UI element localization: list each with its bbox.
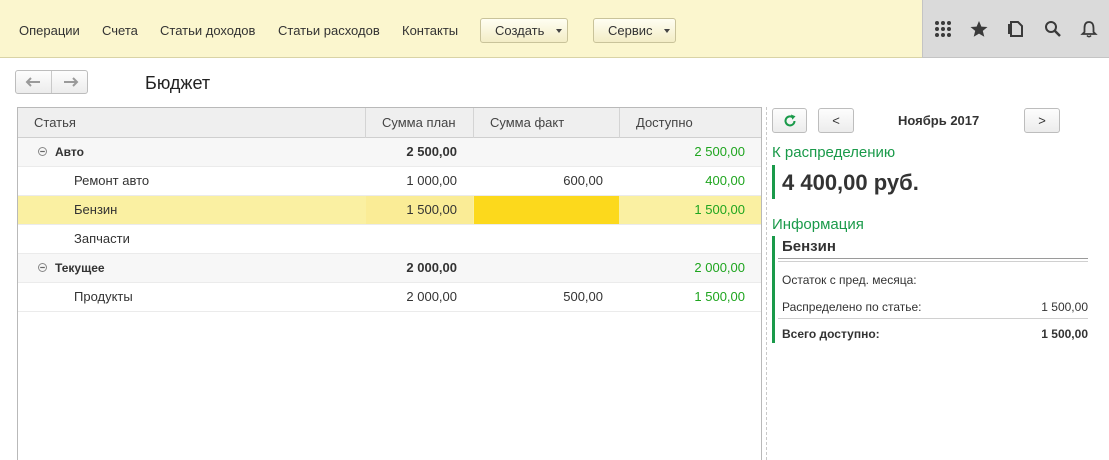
fact-cell-active[interactable] bbox=[474, 196, 619, 224]
accent-bar bbox=[772, 165, 775, 199]
row-name: Ремонт авто bbox=[74, 173, 150, 188]
table-row[interactable]: Авто 2 500,00 2 500,00 bbox=[18, 138, 761, 167]
month-label: Ноябрь 2017 bbox=[898, 113, 980, 128]
refresh-button[interactable] bbox=[772, 108, 807, 133]
row-available: 400,00 bbox=[705, 173, 745, 188]
back-button[interactable] bbox=[16, 71, 52, 93]
column-header-item[interactable]: Статья bbox=[18, 108, 366, 138]
forward-button[interactable] bbox=[52, 71, 88, 93]
divider bbox=[778, 258, 1088, 259]
panel-divider bbox=[766, 107, 767, 460]
search-icon[interactable] bbox=[1043, 19, 1063, 39]
create-dropdown-button[interactable]: Создать bbox=[480, 18, 568, 43]
top-bar: Операции Счета Статьи доходов Статьи рас… bbox=[0, 0, 1109, 58]
info-label-distributed: Распределено по статье: bbox=[782, 300, 922, 314]
menu-item-income-items[interactable]: Статьи доходов bbox=[160, 23, 255, 38]
collapse-icon[interactable] bbox=[38, 147, 47, 156]
service-dropdown-button[interactable]: Сервис bbox=[593, 18, 676, 43]
page-title: Бюджет bbox=[145, 73, 211, 93]
star-icon[interactable] bbox=[969, 19, 989, 39]
column-header-available[interactable]: Доступно bbox=[620, 108, 761, 138]
menu-item-expense-items[interactable]: Статьи расходов bbox=[278, 23, 380, 38]
row-available: 2 500,00 bbox=[694, 144, 745, 159]
row-name: Продукты bbox=[74, 289, 133, 304]
column-header-plan[interactable]: Сумма план bbox=[366, 108, 474, 138]
row-name: Текущее bbox=[55, 261, 105, 275]
row-plan: 1 000,00 bbox=[406, 173, 457, 188]
divider bbox=[778, 318, 1088, 319]
info-value-distributed: 1 500,00 bbox=[1041, 300, 1088, 314]
chevron-down-icon bbox=[664, 29, 670, 33]
create-label: Создать bbox=[495, 23, 545, 38]
main-menu: Операции Счета Статьи доходов Статьи рас… bbox=[0, 0, 922, 58]
table-row[interactable]: Продукты 2 000,00 500,00 1 500,00 bbox=[18, 283, 761, 312]
column-header-fact[interactable]: Сумма факт bbox=[474, 108, 620, 138]
row-available: 1 500,00 bbox=[694, 289, 745, 304]
row-fact: 500,00 bbox=[563, 289, 603, 304]
row-plan: 1 500,00 bbox=[406, 202, 457, 217]
table-row[interactable]: Текущее 2 000,00 2 000,00 bbox=[18, 254, 761, 283]
budget-table: Статья Сумма план Сумма факт Доступно Ав… bbox=[17, 107, 762, 460]
to-distribute-amount: 4 400,00 руб. bbox=[782, 170, 919, 195]
to-distribute-heading: К распределению bbox=[772, 144, 896, 161]
chevron-down-icon bbox=[556, 29, 562, 33]
table-header: Статья Сумма план Сумма факт Доступно bbox=[18, 108, 761, 138]
menu-item-operations[interactable]: Операции bbox=[19, 23, 80, 38]
next-month-button[interactable]: > bbox=[1024, 108, 1060, 133]
toolbar-icons bbox=[922, 0, 1109, 58]
collapse-icon[interactable] bbox=[38, 263, 47, 272]
apps-grid-icon[interactable] bbox=[933, 19, 953, 39]
info-item-name: Бензин bbox=[782, 238, 836, 255]
arrow-right-icon bbox=[64, 77, 79, 87]
row-fact: 600,00 bbox=[563, 173, 603, 188]
row-name: Авто bbox=[55, 145, 84, 159]
divider bbox=[778, 261, 1088, 262]
info-label-total: Всего доступно: bbox=[782, 327, 880, 341]
row-plan: 2 500,00 bbox=[406, 144, 457, 159]
row-plan: 2 000,00 bbox=[406, 260, 457, 275]
row-plan: 2 000,00 bbox=[406, 289, 457, 304]
refresh-icon bbox=[784, 114, 795, 127]
history-nav bbox=[15, 70, 88, 94]
info-label-prev-balance: Остаток с пред. месяца: bbox=[782, 273, 917, 287]
history-icon[interactable] bbox=[1006, 19, 1026, 39]
row-name: Бензин bbox=[74, 202, 118, 217]
table-row-selected[interactable]: Бензин 1 500,00 1 500,00 bbox=[18, 196, 761, 225]
menu-item-accounts[interactable]: Счета bbox=[102, 23, 138, 38]
arrow-left-icon bbox=[25, 77, 40, 87]
info-value-total: 1 500,00 bbox=[1041, 327, 1088, 341]
table-row[interactable]: Запчасти bbox=[18, 225, 761, 254]
prev-month-button[interactable]: < bbox=[818, 108, 854, 133]
row-available: 1 500,00 bbox=[694, 202, 745, 217]
row-available: 2 000,00 bbox=[694, 260, 745, 275]
menu-item-contacts[interactable]: Контакты bbox=[402, 23, 458, 38]
info-heading: Информация bbox=[772, 216, 864, 233]
bell-icon[interactable] bbox=[1079, 19, 1099, 39]
table-row[interactable]: Ремонт авто 1 000,00 600,00 400,00 bbox=[18, 167, 761, 196]
row-name: Запчасти bbox=[74, 231, 130, 246]
service-label: Сервис bbox=[608, 23, 653, 38]
accent-bar bbox=[772, 236, 775, 343]
